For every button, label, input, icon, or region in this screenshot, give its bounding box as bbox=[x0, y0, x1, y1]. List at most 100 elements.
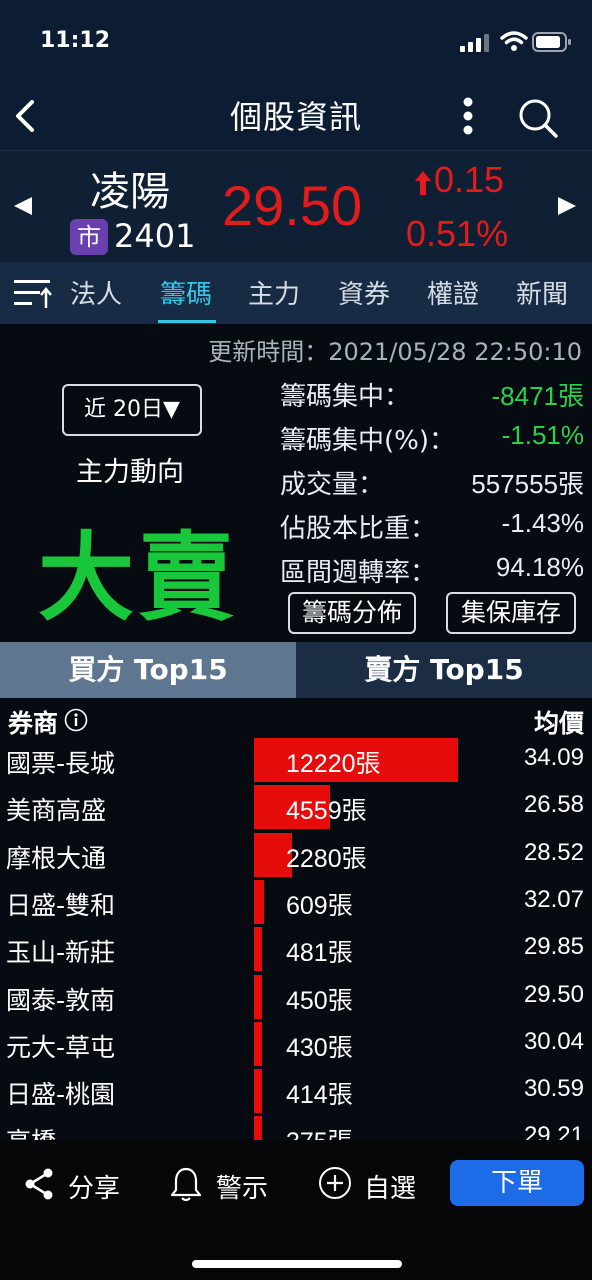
custody-inventory-button[interactable]: 集保庫存 bbox=[446, 592, 576, 634]
bottom-toolbar: 分享 警示 自選 下單 bbox=[0, 1140, 592, 1280]
stock-code: 2401 bbox=[114, 217, 196, 255]
broker-name: 日盛-桃園 bbox=[6, 1080, 116, 1110]
broker-lots: 430張 bbox=[286, 1033, 353, 1062]
home-indicator[interactable] bbox=[192, 1260, 402, 1268]
tab-margin[interactable]: 資券 bbox=[338, 274, 390, 324]
metric-label: 區間週轉率： bbox=[280, 558, 437, 588]
chip-distribution-button[interactable]: 籌碼分佈 bbox=[288, 592, 416, 634]
broker-table: 券商 均價 國票-長城 12220張 34.09 美商高盛 4559張 26.58 摩根大通… bbox=[0, 698, 592, 1140]
page-title: 個股資訊 bbox=[229, 98, 362, 136]
alert-label: 警示 bbox=[216, 1174, 269, 1204]
volume-bar bbox=[254, 927, 263, 972]
prev-stock-icon[interactable] bbox=[12, 195, 34, 217]
metric-value: -1.43% bbox=[501, 508, 584, 538]
battery-icon bbox=[532, 32, 571, 52]
broker-avg-price: 28.52 bbox=[523, 838, 584, 866]
tabs-bar: 法人 籌碼 主力 資券 權證 新聞 bbox=[0, 262, 592, 324]
broker-avg-price: 34.09 bbox=[523, 744, 584, 771]
alert-button[interactable]: 警示 bbox=[170, 1164, 274, 1204]
place-order-button[interactable]: 下單 bbox=[450, 1160, 584, 1206]
table-row[interactable]: 美商高盛 4559張 26.58 bbox=[0, 785, 592, 832]
broker-name: 高橋 bbox=[6, 1122, 56, 1140]
broker-lots: 4559張 bbox=[286, 797, 367, 826]
broker-avg-price: 26.58 bbox=[523, 791, 584, 819]
market-badge: 市 bbox=[70, 219, 108, 255]
metric-turnover-rate: 區間週轉率： 94.18% bbox=[280, 552, 586, 592]
broker-lots: 375張 bbox=[286, 1122, 353, 1140]
volume-bar bbox=[254, 879, 265, 924]
table-row[interactable]: 高橋 375張 29.21 bbox=[0, 1116, 592, 1140]
table-row[interactable]: 國票-長城 12220張 34.09 bbox=[0, 738, 592, 785]
broker-lots: 450張 bbox=[286, 986, 353, 1015]
volume-bar bbox=[254, 1021, 262, 1066]
tab-warrants[interactable]: 權證 bbox=[427, 274, 479, 324]
broker-avg-price: 29.21 bbox=[523, 1122, 584, 1140]
table-row[interactable]: 國泰-敦南 450張 29.50 bbox=[0, 974, 592, 1022]
table-row[interactable]: 摩根大通 2280張 28.52 bbox=[0, 832, 592, 880]
bell-icon bbox=[170, 1167, 202, 1202]
table-row[interactable]: 日盛-雙和 609張 32.07 bbox=[0, 879, 592, 927]
table-row[interactable]: 日盛-桃園 414張 30.59 bbox=[0, 1069, 592, 1116]
broker-name: 美商高盛 bbox=[6, 796, 107, 826]
broker-name: 摩根大通 bbox=[6, 843, 107, 873]
wifi-icon bbox=[500, 31, 528, 51]
main-trend-label: 主力動向 bbox=[76, 457, 184, 488]
metric-chip-concentration: 籌碼集中： -8471張 bbox=[280, 376, 586, 416]
table-row[interactable]: 元大-草屯 430張 30.04 bbox=[0, 1021, 592, 1069]
active-tab-indicator bbox=[158, 320, 216, 323]
more-options-icon[interactable] bbox=[456, 94, 480, 138]
metric-value: 557555張 bbox=[471, 469, 584, 499]
broker-avg-price: 30.59 bbox=[523, 1075, 584, 1103]
chip-info-panel: 更新時間：2021/05/28 22:50:10 近 20日▼ 主力動向 大賣 … bbox=[0, 324, 592, 642]
share-label: 分享 bbox=[68, 1174, 121, 1204]
nav-bar: 個股資訊 bbox=[0, 86, 592, 150]
status-time: 11:12 bbox=[40, 28, 111, 53]
broker-avg-price: 32.07 bbox=[523, 885, 584, 913]
broker-name: 國票-長城 bbox=[6, 749, 116, 778]
table-row[interactable]: 玉山-新莊 481張 29.85 bbox=[0, 927, 592, 974]
column-header-broker: 券商 bbox=[8, 709, 59, 738]
broker-lots: 481張 bbox=[286, 939, 353, 968]
metric-share-capital-ratio: 佔股本比重： -1.43% bbox=[280, 508, 586, 548]
price-up-arrow-icon bbox=[415, 171, 431, 195]
tab-institutional[interactable]: 法人 bbox=[70, 274, 122, 324]
broker-name: 元大-草屯 bbox=[6, 1032, 116, 1062]
share-button[interactable]: 分享 bbox=[24, 1164, 124, 1204]
volume-bar bbox=[254, 974, 262, 1019]
tab-news[interactable]: 新聞 bbox=[516, 274, 568, 324]
page: 11:12 個股資訊 凌陽 市 2401 29.50 0.15 0.51% 法人… bbox=[0, 0, 592, 1280]
buy-sell-toggle: 買方 Top15 賣方 Top15 bbox=[0, 642, 592, 698]
metric-volume: 成交量： 557555張 bbox=[280, 464, 586, 504]
watchlist-label: 自選 bbox=[364, 1174, 417, 1204]
status-bar: 11:12 bbox=[0, 0, 592, 86]
period-dropdown[interactable]: 近 20日▼ bbox=[62, 384, 202, 436]
tab-chips[interactable]: 籌碼 bbox=[160, 274, 212, 324]
watchlist-button[interactable]: 自選 bbox=[318, 1164, 422, 1204]
metric-label: 成交量： bbox=[280, 470, 385, 500]
main-trend-value: 大賣 bbox=[38, 522, 238, 634]
metric-value: 94.18% bbox=[495, 552, 584, 582]
price-change: 0.15 bbox=[434, 159, 505, 200]
menu-sort-icon[interactable] bbox=[14, 276, 54, 310]
metric-value: -1.51% bbox=[501, 420, 584, 450]
column-header-avg-price: 均價 bbox=[533, 709, 584, 738]
broker-avg-price: 29.50 bbox=[523, 980, 584, 1008]
broker-lots: 12220張 bbox=[286, 750, 381, 778]
metric-value: -8471張 bbox=[491, 381, 585, 411]
broker-lots: 609張 bbox=[286, 891, 353, 920]
metric-label: 籌碼集中： bbox=[280, 382, 411, 412]
add-circle-icon bbox=[319, 1167, 351, 1199]
search-icon[interactable] bbox=[516, 96, 560, 140]
update-time: 更新時間：2021/05/28 22:50:10 bbox=[208, 338, 582, 366]
broker-avg-price: 29.85 bbox=[523, 933, 584, 961]
seller-top15-tab[interactable]: 賣方 Top15 bbox=[296, 642, 592, 698]
volume-bar bbox=[254, 1069, 262, 1114]
info-icon[interactable] bbox=[64, 708, 88, 732]
broker-avg-price: 30.04 bbox=[523, 1027, 584, 1055]
next-stock-icon[interactable] bbox=[556, 195, 578, 217]
stock-header: 凌陽 市 2401 29.50 0.15 0.51% bbox=[0, 150, 592, 263]
metric-label: 籌碼集中(%)： bbox=[280, 426, 455, 456]
tab-main-force[interactable]: 主力 bbox=[248, 274, 300, 324]
cellular-signal-icon bbox=[460, 34, 489, 52]
buyer-top15-tab[interactable]: 買方 Top15 bbox=[0, 642, 296, 698]
